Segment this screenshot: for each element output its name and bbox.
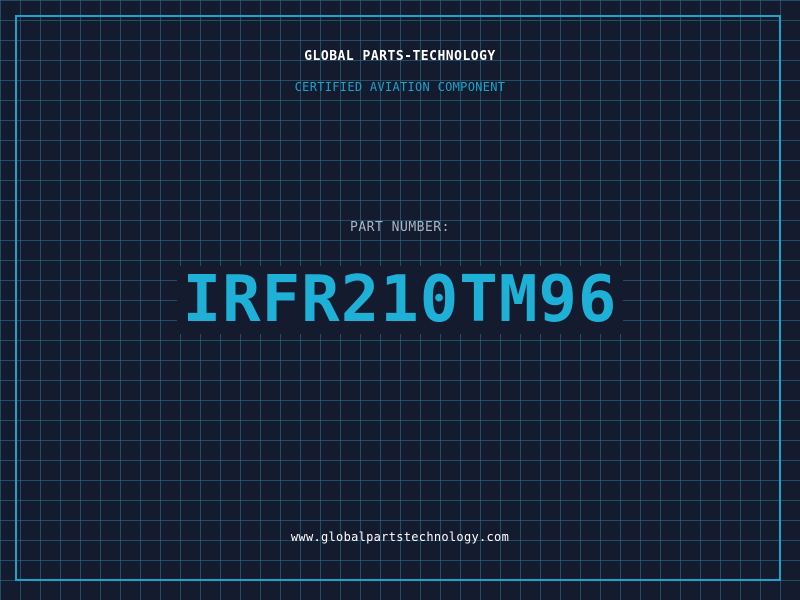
company-name: GLOBAL PARTS-TECHNOLOGY (304, 49, 496, 64)
part-number-container: IRFR210TM96 (0, 266, 800, 334)
part-number-value: IRFR210TM96 (176, 266, 624, 334)
part-number-label: PART NUMBER: (350, 220, 450, 235)
website-url: www.globalpartstechnology.com (290, 530, 510, 544)
certification-subtitle: CERTIFIED AVIATION COMPONENT (294, 80, 506, 94)
